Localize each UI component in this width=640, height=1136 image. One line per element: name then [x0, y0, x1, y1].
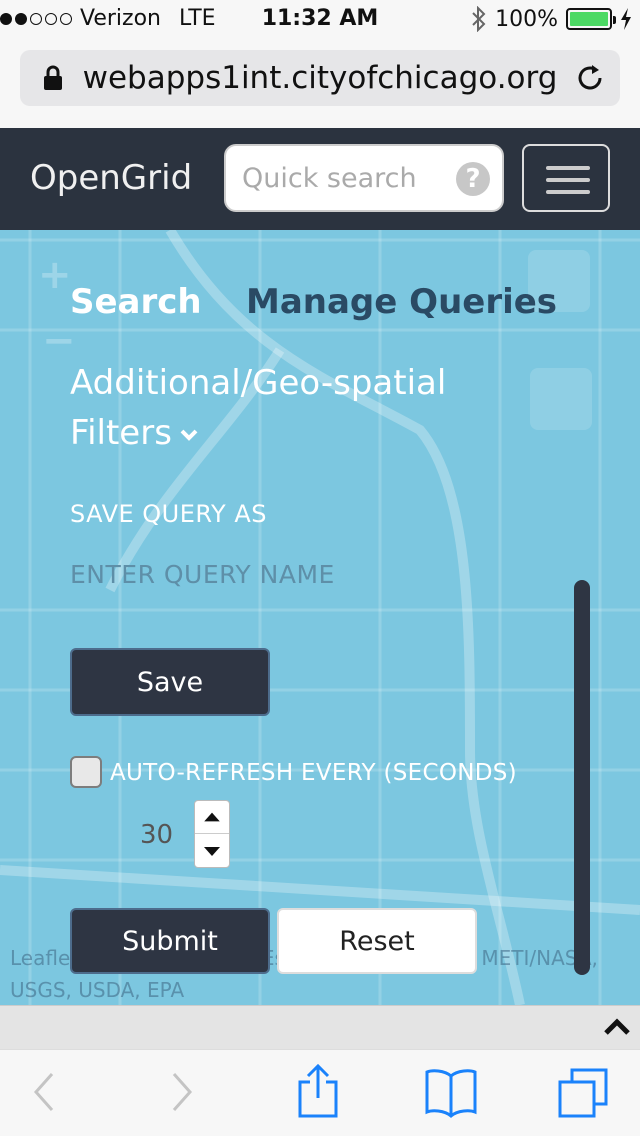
- panel-collapse-bar[interactable]: [0, 1005, 640, 1049]
- brand-logo[interactable]: OpenGrid: [30, 158, 192, 198]
- charging-icon: [621, 8, 631, 30]
- battery-percent: 100%: [495, 6, 558, 32]
- tabs-icon[interactable]: [556, 1066, 610, 1120]
- save-button[interactable]: Save: [70, 648, 270, 716]
- save-query-label: SAVE QUERY AS: [70, 500, 267, 528]
- address-bar[interactable]: webapps1int.cityofchicago.org: [20, 50, 620, 106]
- help-icon[interactable]: ?: [456, 162, 490, 196]
- browser-toolbar: [0, 1049, 640, 1136]
- panel-scrollbar[interactable]: [574, 580, 590, 975]
- back-icon[interactable]: [30, 1068, 56, 1116]
- quick-search-box: ?: [224, 144, 504, 212]
- battery-icon: [566, 8, 616, 30]
- filters-heading: Additional/Geo-spatial Filters: [70, 363, 447, 453]
- query-panel: Search Manage Queries Additional/Geo-spa…: [0, 230, 640, 1005]
- share-icon[interactable]: [296, 1062, 340, 1118]
- reload-icon[interactable]: [574, 62, 606, 94]
- status-right: 100%: [471, 6, 632, 32]
- chevron-down-icon: [180, 429, 198, 441]
- stepper-up-icon[interactable]: [195, 801, 229, 834]
- quick-search-input[interactable]: [242, 158, 452, 198]
- bluetooth-icon: [472, 6, 486, 32]
- filters-toggle[interactable]: Additional/Geo-spatial Filters: [70, 358, 490, 458]
- auto-refresh-label: AUTO-REFRESH EVERY (SECONDS): [110, 760, 517, 786]
- refresh-seconds-stepper: [194, 800, 230, 868]
- reset-button[interactable]: Reset: [277, 908, 477, 974]
- bookmarks-icon[interactable]: [424, 1066, 478, 1118]
- lock-icon: [44, 65, 62, 90]
- chevron-up-icon[interactable]: [604, 1018, 630, 1036]
- auto-refresh-checkbox[interactable]: [70, 756, 102, 788]
- tab-search[interactable]: Search: [70, 282, 202, 322]
- attribution-line-2: USGS, USDA, EPA: [10, 978, 185, 1002]
- refresh-seconds-value[interactable]: 30: [140, 820, 173, 850]
- status-bar: Verizon LTE 11:32 AM 100%: [0, 0, 640, 40]
- forward-icon[interactable]: [170, 1068, 196, 1116]
- map-area[interactable]: + − Search Manage Queries Additional/Geo…: [0, 230, 640, 1005]
- submit-button[interactable]: Submit: [70, 908, 270, 974]
- menu-toggle-button[interactable]: [522, 144, 610, 212]
- tab-manage-queries[interactable]: Manage Queries: [246, 282, 557, 322]
- app-navbar: OpenGrid ?: [0, 128, 640, 230]
- stepper-down-icon[interactable]: [195, 835, 229, 868]
- url-text: webapps1int.cityofchicago.org: [82, 60, 558, 96]
- query-name-input[interactable]: [70, 552, 510, 596]
